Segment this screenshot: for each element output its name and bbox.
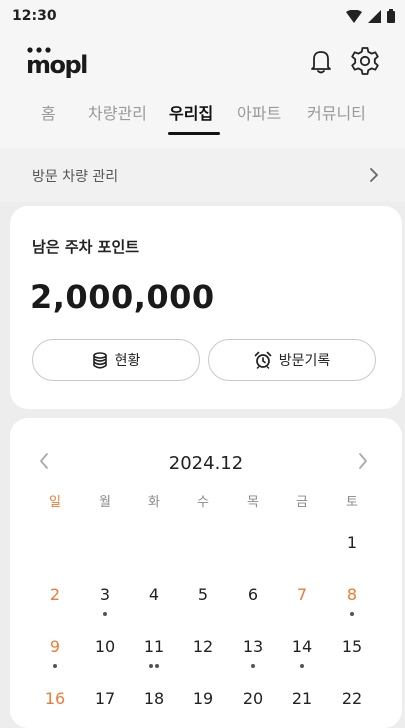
database-icon [92,351,107,369]
tab-vehicle-management[interactable]: 차량관리 [88,100,147,124]
gear-icon[interactable] [349,45,381,77]
weekday-label: 목 [247,495,259,510]
event-dot [350,612,354,616]
calendar-day[interactable]: 16 [35,689,75,708]
calendar-day[interactable]: 6 [233,585,273,604]
visit-vehicle-management-label: 방문 차량 관리 [32,169,119,185]
calendar-day[interactable]: 3 [85,585,125,604]
active-tab-indicator [168,132,220,135]
calendar-day[interactable]: 11 [134,637,174,656]
calendar-day[interactable]: 18 [134,689,174,708]
points-value: 2,000,000 [30,278,215,316]
weekday-label: 금 [296,495,308,510]
weekday-label: 월 [99,495,111,510]
status-bar: 12:30 [0,0,405,30]
chevron-right-icon[interactable] [357,452,369,470]
status-time: 12:30 [12,8,57,24]
weekday-label: 일 [49,495,61,510]
logo-text: mopl [26,51,87,79]
calendar-day[interactable]: 21 [282,689,322,708]
event-dot [53,664,57,668]
calendar-day[interactable]: 22 [332,689,372,708]
calendar-day[interactable]: 15 [332,637,372,656]
calendar-card: 2024.12 일 월 화 수 목 금 토 1 2 3 4 5 6 7 8 9 10 11 12 13 14 15 16 17… [10,418,402,728]
battery-icon [387,9,395,23]
weekday-label: 토 [346,495,358,510]
calendar-day[interactable]: 9 [35,637,75,656]
calendar-day[interactable]: 19 [183,689,223,708]
mopl-logo: mopl [26,47,89,79]
chevron-right-icon [370,168,378,182]
calendar-day[interactable]: 10 [85,637,125,656]
calendar-day[interactable]: 2 [35,585,75,604]
signal-icon [368,9,381,23]
parking-points-card: 남은 주차 포인트 2,000,000 현황 방문기록 [10,206,402,409]
points-title: 남은 주차 포인트 [32,238,140,256]
status-button-label: 현황 [114,353,141,369]
calendar-day[interactable]: 12 [183,637,223,656]
calendar-day[interactable]: 17 [85,689,125,708]
app-header: mopl 홈 차량관리 우리집 아파트 커뮤니티 [0,30,405,148]
tab-apartment[interactable]: 아파트 [237,100,281,124]
calendar-day[interactable]: 1 [332,533,372,552]
calendar-day[interactable]: 13 [233,637,273,656]
status-button[interactable]: 현황 [32,339,200,381]
tab-community[interactable]: 커뮤니티 [307,100,366,124]
calendar-day[interactable]: 7 [282,585,322,604]
calendar-day[interactable]: 14 [282,637,322,656]
visit-history-button[interactable]: 방문기록 [208,339,376,381]
calendar-day[interactable]: 4 [134,585,174,604]
weekday-label: 화 [148,495,160,510]
visit-vehicle-management-row[interactable]: 방문 차량 관리 [0,148,405,202]
status-icons [346,9,395,23]
tab-home[interactable]: 홈 [41,100,56,124]
weekday-label: 수 [197,495,209,510]
event-dot [149,664,153,668]
event-dot [155,664,159,668]
bell-icon[interactable] [306,46,336,76]
wifi-icon [346,9,362,23]
calendar-month-title: 2024.12 [168,453,244,474]
calendar-day[interactable]: 20 [233,689,273,708]
calendar-day[interactable]: 8 [332,585,372,604]
alarm-clock-icon [254,351,272,369]
calendar-day[interactable]: 5 [183,585,223,604]
event-dot [103,612,107,616]
event-dot [251,664,255,668]
visit-history-button-label: 방문기록 [278,353,331,369]
tab-my-home[interactable]: 우리집 [169,100,213,124]
event-dot [300,664,304,668]
